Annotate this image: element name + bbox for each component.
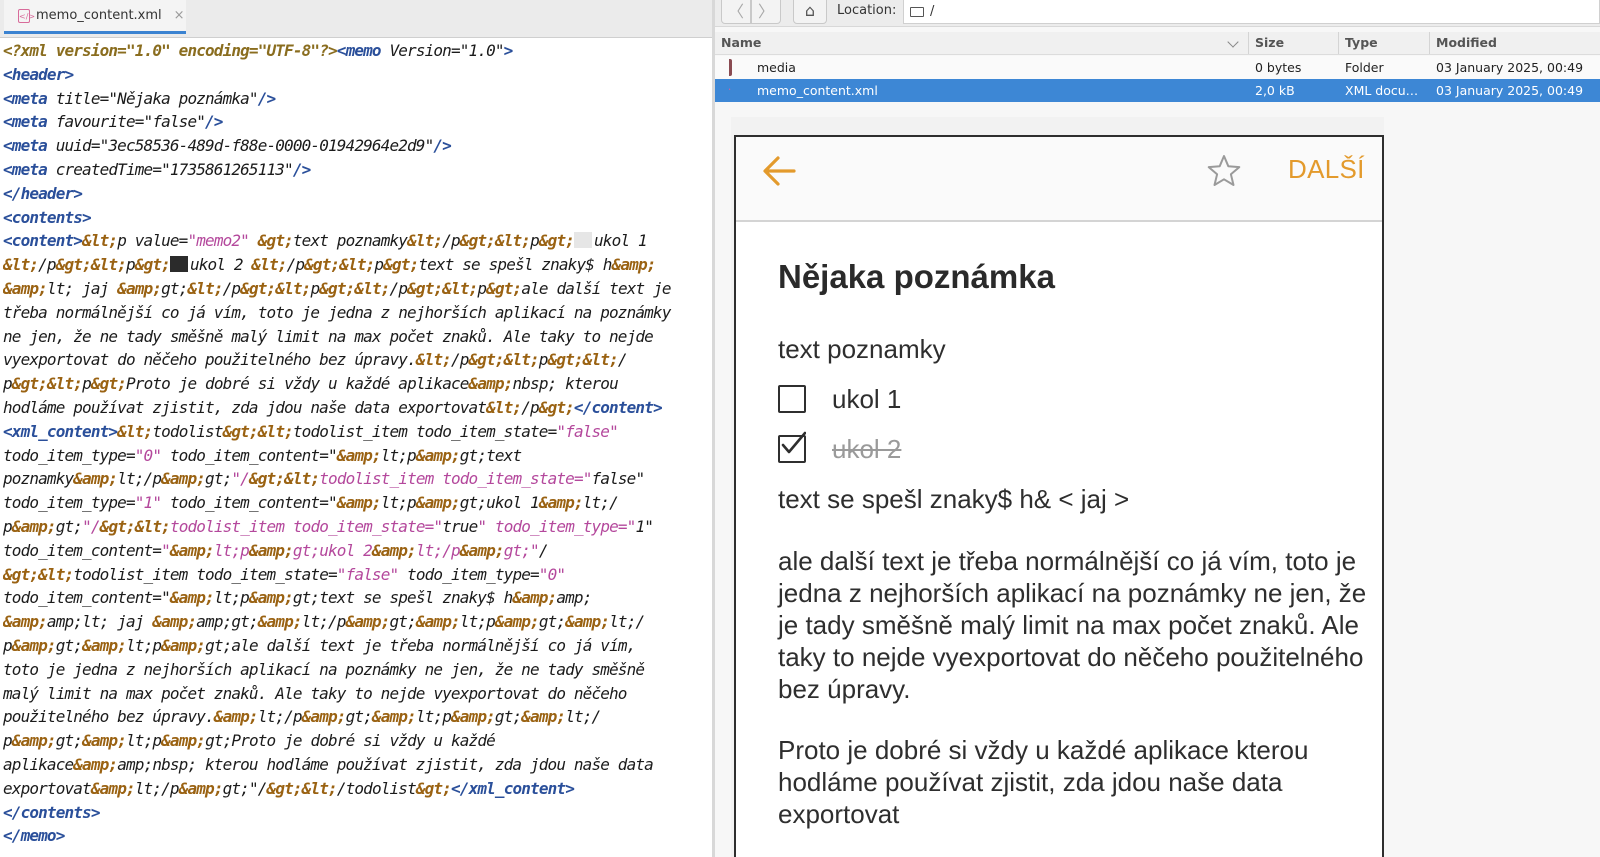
code-line: todo_item_content="&amp;lt;p&amp;gt;text…	[3, 588, 592, 608]
code-line: p&amp;gt;&amp;lt;p&amp;gt;Proto je dobré…	[3, 731, 496, 751]
location-path: /	[930, 4, 935, 19]
file-manager: 〈 〉 ⌂ Location: / Name Size Type Modifie…	[715, 0, 1600, 857]
file-name: memo_content.xml	[757, 83, 878, 98]
folder-icon	[910, 6, 924, 17]
editor-tab-label: memo_content.xml	[36, 8, 162, 23]
column-header-modified[interactable]: Modified	[1430, 32, 1600, 54]
file-name: media	[757, 60, 796, 75]
code-line: </header>	[3, 183, 83, 203]
code-line: <header>	[3, 64, 74, 84]
file-manager-toolbar: 〈 〉 ⌂ Location: /	[715, 0, 1600, 27]
code-line: todo_item_type="0" todo_item_content="&a…	[3, 445, 522, 465]
code-line: &amp;lt; jaj &amp;gt;&lt;/p&gt;&lt;p&gt;…	[3, 278, 672, 298]
code-line: p&gt;&lt;p&gt;Proto je dobré si vždy u k…	[3, 374, 619, 394]
note-preview-image: DALŠÍ Nějaka poznámka text poznamky ukol…	[734, 135, 1384, 857]
code-line: </memo>	[3, 826, 65, 846]
code-line: <meta createdTime="1735861265113"/>	[3, 159, 311, 179]
code-line: <meta title="Nějaka poznámka"/>	[3, 88, 276, 108]
back-button[interactable]: 〈	[721, 0, 751, 24]
close-tab-icon[interactable]: ×	[174, 8, 185, 23]
file-type: XML docume...	[1345, 83, 1430, 98]
checkbox-unchecked-icon	[778, 385, 806, 413]
editor-tab-memo-content[interactable]: </> memo_content.xml ×	[4, 0, 186, 34]
file-modified: 03 January 2025, 00:49	[1436, 60, 1584, 75]
next-action-label: DALŠÍ	[1288, 154, 1365, 184]
back-arrow-icon	[763, 156, 796, 186]
code-line: vyexportovat do něčeho použitelného bez …	[3, 350, 628, 370]
todo-item: ukol 1	[778, 381, 901, 417]
chevron-right-icon: 〉	[757, 2, 774, 21]
code-line: ne jen, že ne tady směšně malý limit na …	[3, 326, 654, 346]
file-modified: 03 January 2025, 00:49	[1436, 83, 1584, 98]
location-label: Location:	[837, 3, 897, 18]
code-line: &gt;&lt;todolist_item todo_item_state="f…	[3, 564, 566, 584]
xml-file-icon: </>	[18, 8, 35, 23]
file-size: 0 bytes	[1255, 60, 1302, 75]
code-line: todo_item_content="&amp;lt;p&amp;gt;ukol…	[3, 540, 548, 560]
code-line: <xml_content>&lt;todolist&gt;&lt;todolis…	[3, 421, 619, 441]
code-line: třeba normálnější co já vím, toto je jed…	[3, 302, 671, 322]
file-row[interactable]: media 0 bytes Folder 03 January 2025, 00…	[715, 56, 1600, 79]
note-title: Nějaka poznámka	[778, 258, 1055, 295]
code-line: použitelného bez úpravy.&amp;lt;/p&amp;g…	[3, 707, 601, 727]
code-line: &lt;/p&gt;&lt;p&gt; ukol 2 &lt;/p&gt;&lt;…	[3, 255, 656, 275]
code-line: <?xml version="1.0" encoding="UTF-8"?><m…	[3, 41, 513, 60]
todo-item-done: ukol 2	[778, 431, 901, 467]
code-area[interactable]: <?xml version="1.0" encoding="UTF-8"?><m…	[3, 39, 709, 848]
code-line: p&amp;gt;&amp;lt;p&amp;gt;ale další text…	[3, 635, 636, 655]
editor-tab-bar: </> memo_content.xml ×	[0, 0, 712, 38]
code-line: <meta uuid="3ec58536-489d-f88e-0000-0194…	[3, 136, 452, 156]
file-type: Folder	[1345, 60, 1384, 75]
code-line: <content>&lt;p value="memo2" &gt;text po…	[3, 231, 648, 251]
code-line: p&amp;gt;"/&gt;&lt;todolist_item todo_it…	[3, 516, 654, 536]
folder-icon	[729, 59, 732, 76]
code-line: <contents>	[3, 207, 92, 227]
checkbox-glyph-icon	[169, 256, 188, 273]
todo-label: ukol 1	[832, 383, 902, 414]
file-row-selected[interactable]: </> memo_content.xml 2,0 kB XML docume..…	[715, 79, 1600, 102]
code-line: toto je jedna z nejhorších aplikací na p…	[3, 659, 645, 679]
todo-label: ukol 2	[832, 433, 902, 464]
code-line: malý limit na max počet znaků. Ale taky …	[3, 683, 627, 703]
note-paragraph: ale další text je třeba normálnější co j…	[778, 546, 1367, 704]
code-line: aplikace&amp;amp;nbsp; kterou hodláme po…	[3, 754, 654, 774]
note-paragraph: Proto je dobré si vždy u každé aplikace …	[778, 735, 1309, 829]
home-icon: ⌂	[804, 0, 816, 20]
note-text: text se spešl znaky$ h& < jaj >	[778, 484, 1130, 514]
checkbox-glyph-icon	[574, 232, 593, 249]
note-text: text poznamky	[778, 334, 946, 364]
note-app-bar: DALŠÍ	[736, 137, 1382, 222]
forward-button[interactable]: 〉	[751, 0, 781, 24]
home-button[interactable]: ⌂	[793, 0, 827, 24]
code-line: poznamky&amp;lt;/p&amp;gt;"/&gt;&lt;todo…	[3, 469, 645, 489]
code-line: todo_item_type="1" todo_item_content="&a…	[3, 493, 619, 513]
column-header-type[interactable]: Type	[1339, 32, 1430, 54]
column-header-name[interactable]: Name	[715, 32, 1249, 54]
code-line: </contents>	[3, 802, 100, 822]
chevron-left-icon: 〈	[727, 2, 744, 21]
file-size: 2,0 kB	[1255, 83, 1295, 98]
column-header-size[interactable]: Size	[1249, 32, 1339, 54]
code-line: <meta favourite="false"/>	[3, 112, 223, 132]
code-line: &amp;amp;lt; jaj &amp;amp;gt;&amp;lt;/p&…	[3, 612, 645, 632]
code-line: exportovat&amp;lt;/p&amp;gt;"/&gt;&lt;/t…	[3, 778, 575, 798]
star-icon	[1207, 155, 1241, 186]
xml-editor: </> memo_content.xml × <?xml version="1.…	[0, 0, 712, 857]
code-line: hodláme používat zjistit, zda jdou naše …	[3, 397, 663, 417]
file-list-header: Name Size Type Modified	[715, 32, 1600, 55]
checkbox-checked-icon	[778, 431, 806, 463]
location-field[interactable]: /	[903, 0, 1600, 24]
